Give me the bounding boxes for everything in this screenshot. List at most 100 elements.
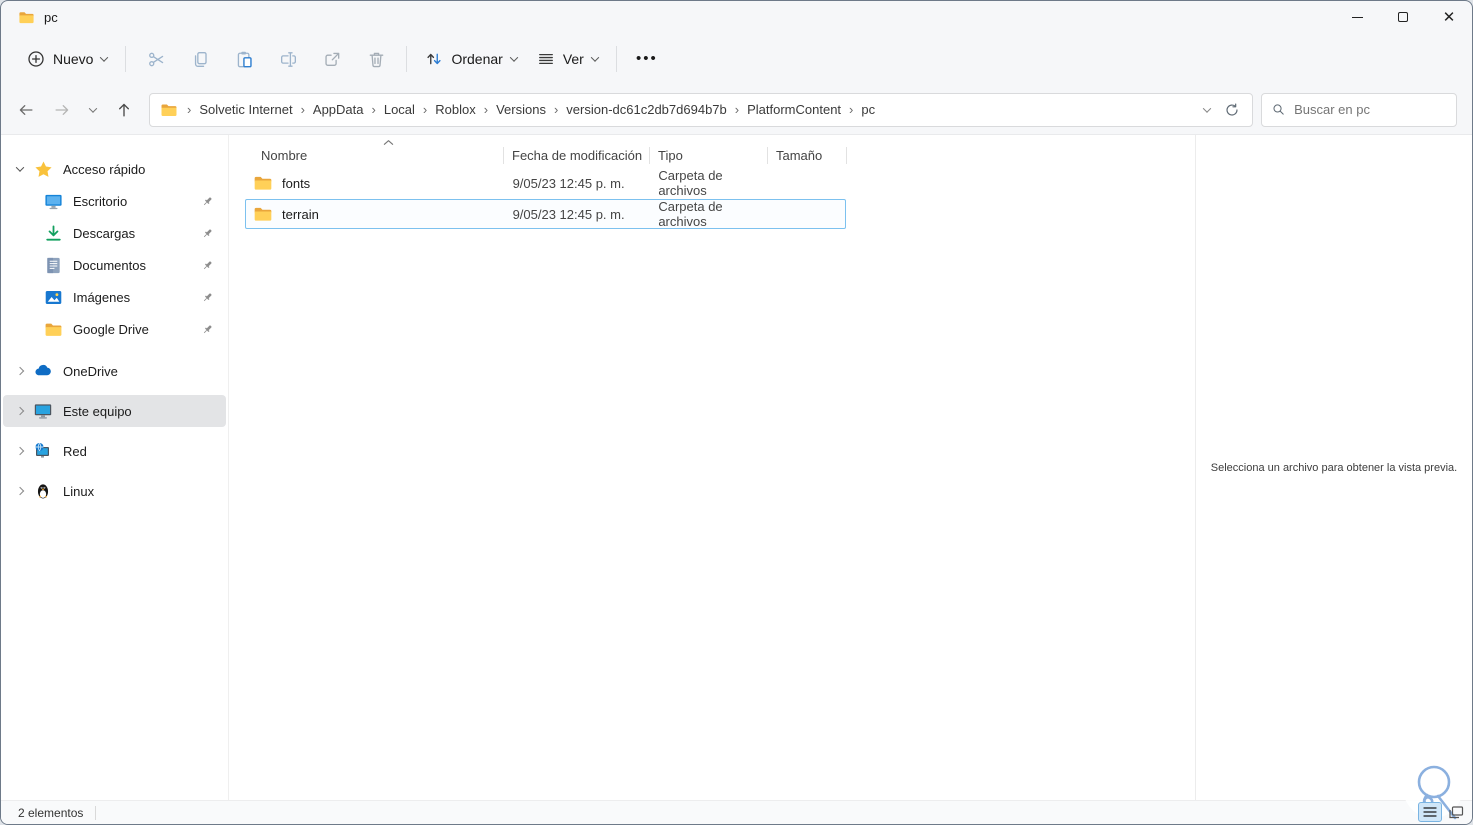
documents-icon bbox=[43, 255, 63, 275]
sidebar-item-quick-access[interactable]: Acceso rápido bbox=[3, 153, 226, 185]
chevron-right-icon[interactable] bbox=[7, 366, 33, 376]
breadcrumb-item[interactable]: Local bbox=[377, 98, 422, 121]
sidebar-item-onedrive[interactable]: OneDrive bbox=[3, 355, 226, 387]
file-row-terrain[interactable]: terrain 9/05/23 12:45 p. m. Carpeta de a… bbox=[245, 199, 846, 229]
rename-button[interactable] bbox=[266, 43, 310, 76]
pin-icon[interactable] bbox=[201, 227, 214, 240]
onedrive-cloud-icon bbox=[33, 361, 53, 381]
command-toolbar: Nuevo Ordenar Ver ••• bbox=[1, 33, 1472, 85]
toolbar-divider bbox=[406, 46, 408, 72]
chevron-down-icon[interactable] bbox=[7, 163, 33, 172]
refresh-icon bbox=[1226, 102, 1238, 116]
pin-icon[interactable] bbox=[201, 259, 214, 272]
chevron-right-icon[interactable] bbox=[7, 486, 33, 496]
forward-button[interactable] bbox=[45, 93, 79, 127]
large-icons-view-button[interactable] bbox=[1444, 802, 1468, 822]
linux-penguin-icon bbox=[33, 481, 53, 501]
recent-locations-button[interactable] bbox=[81, 93, 105, 127]
pin-icon[interactable] bbox=[201, 291, 214, 304]
more-options-button[interactable]: ••• bbox=[625, 49, 669, 69]
sidebar-item-label: Imágenes bbox=[73, 289, 131, 305]
toolbar-divider bbox=[125, 46, 127, 72]
address-dropdown-button[interactable] bbox=[1202, 103, 1212, 113]
file-row-fonts[interactable]: fonts 9/05/23 12:45 p. m. Carpeta de arc… bbox=[245, 168, 846, 198]
large-icons-view-icon bbox=[1448, 805, 1463, 818]
address-row: › Solvetic Internet › AppData › Local › … bbox=[1, 85, 1472, 135]
file-explorer-window: pc ✕ Nuevo Ordenar Ver ••• › Solvetic In… bbox=[0, 0, 1473, 825]
arrow-right-icon bbox=[55, 104, 69, 115]
chevron-down-icon bbox=[590, 53, 600, 62]
view-toggles bbox=[1418, 802, 1468, 822]
column-divider[interactable] bbox=[846, 147, 847, 164]
address-bar[interactable]: › Solvetic Internet › AppData › Local › … bbox=[149, 92, 1253, 127]
search-icon bbox=[1273, 104, 1284, 115]
maximize-button[interactable] bbox=[1380, 1, 1426, 33]
up-button[interactable] bbox=[107, 93, 141, 127]
items-count: 2 elementos bbox=[18, 805, 84, 820]
arrow-left-icon bbox=[19, 104, 33, 115]
search-input[interactable] bbox=[1294, 102, 1446, 117]
search-box bbox=[1261, 92, 1457, 127]
scissors-icon bbox=[147, 50, 166, 69]
sidebar-item-label: Este equipo bbox=[63, 403, 132, 419]
sidebar-item-documentos[interactable]: Documentos bbox=[3, 249, 226, 281]
sort-button[interactable]: Ordenar bbox=[415, 43, 526, 75]
sidebar-item-descargas[interactable]: Descargas bbox=[3, 217, 226, 249]
pin-icon[interactable] bbox=[201, 195, 214, 208]
chevron-right-icon[interactable] bbox=[7, 446, 33, 456]
new-button[interactable]: Nuevo bbox=[17, 43, 117, 75]
sidebar-item-escritorio[interactable]: Escritorio bbox=[3, 185, 226, 217]
rename-icon bbox=[279, 50, 298, 69]
folder-icon bbox=[253, 204, 273, 224]
breadcrumb-item[interactable]: Versions bbox=[489, 98, 553, 121]
column-header-tipo[interactable]: Tipo bbox=[650, 148, 767, 167]
sidebar-item-label: Documentos bbox=[73, 257, 146, 273]
sidebar-item-red[interactable]: Red bbox=[3, 435, 226, 467]
column-header-nombre[interactable]: Nombre bbox=[245, 148, 503, 167]
sidebar-item-este-equipo[interactable]: Este equipo bbox=[3, 395, 226, 427]
view-button[interactable]: Ver bbox=[527, 43, 608, 75]
cut-button[interactable] bbox=[134, 43, 178, 76]
ellipsis-icon: ••• bbox=[635, 50, 658, 67]
pin-icon[interactable] bbox=[201, 323, 214, 336]
chevron-down-icon bbox=[1202, 103, 1212, 113]
this-pc-icon bbox=[33, 401, 53, 421]
details-view-button[interactable] bbox=[1418, 802, 1442, 822]
downloads-icon bbox=[43, 223, 63, 243]
file-type: Carpeta de archivos bbox=[658, 168, 723, 198]
chevron-down-icon bbox=[509, 53, 519, 62]
explorer-tab[interactable]: pc bbox=[1, 1, 72, 33]
chevron-down-icon bbox=[100, 53, 109, 62]
column-header-tamano[interactable]: Tamaño bbox=[768, 148, 846, 167]
breadcrumb-item[interactable]: Roblox bbox=[428, 98, 482, 121]
maximize-icon bbox=[1398, 12, 1408, 22]
breadcrumb-item[interactable]: version-dc61c2db7d694b7b bbox=[559, 98, 733, 121]
close-button[interactable]: ✕ bbox=[1426, 1, 1472, 33]
sidebar-item-google-drive[interactable]: Google Drive bbox=[3, 313, 226, 345]
share-button[interactable] bbox=[310, 43, 354, 76]
preview-pane: Selecciona un archivo para obtener la vi… bbox=[1195, 135, 1472, 800]
folder-icon bbox=[253, 173, 273, 193]
copy-button[interactable] bbox=[178, 43, 222, 76]
minimize-button[interactable] bbox=[1334, 1, 1380, 33]
desktop-icon bbox=[43, 191, 63, 211]
delete-button[interactable] bbox=[354, 43, 398, 76]
breadcrumb-item[interactable]: AppData bbox=[306, 98, 371, 121]
chevron-right-icon[interactable] bbox=[7, 406, 33, 416]
preview-message: Selecciona un archivo para obtener la vi… bbox=[1210, 461, 1458, 474]
breadcrumb-item[interactable]: pc bbox=[854, 98, 882, 121]
back-button[interactable] bbox=[9, 93, 43, 127]
sidebar-item-imagenes[interactable]: Imágenes bbox=[3, 281, 226, 313]
sidebar-item-label: Red bbox=[63, 443, 87, 459]
refresh-button[interactable] bbox=[1224, 102, 1240, 118]
paste-button[interactable] bbox=[222, 43, 266, 76]
file-modified: 9/05/23 12:45 p. m. bbox=[512, 175, 625, 191]
sidebar-item-label: Escritorio bbox=[73, 193, 128, 209]
file-name: terrain bbox=[282, 206, 319, 222]
main-area: Acceso rápido Escritorio Descargas Docum… bbox=[1, 135, 1472, 800]
pictures-icon bbox=[43, 287, 63, 307]
breadcrumb-item[interactable]: PlatformContent bbox=[740, 98, 848, 121]
column-header-fecha[interactable]: Fecha de modificación bbox=[504, 148, 649, 167]
breadcrumb-item[interactable]: Solvetic Internet bbox=[192, 98, 299, 121]
sidebar-item-linux[interactable]: Linux bbox=[3, 475, 226, 507]
